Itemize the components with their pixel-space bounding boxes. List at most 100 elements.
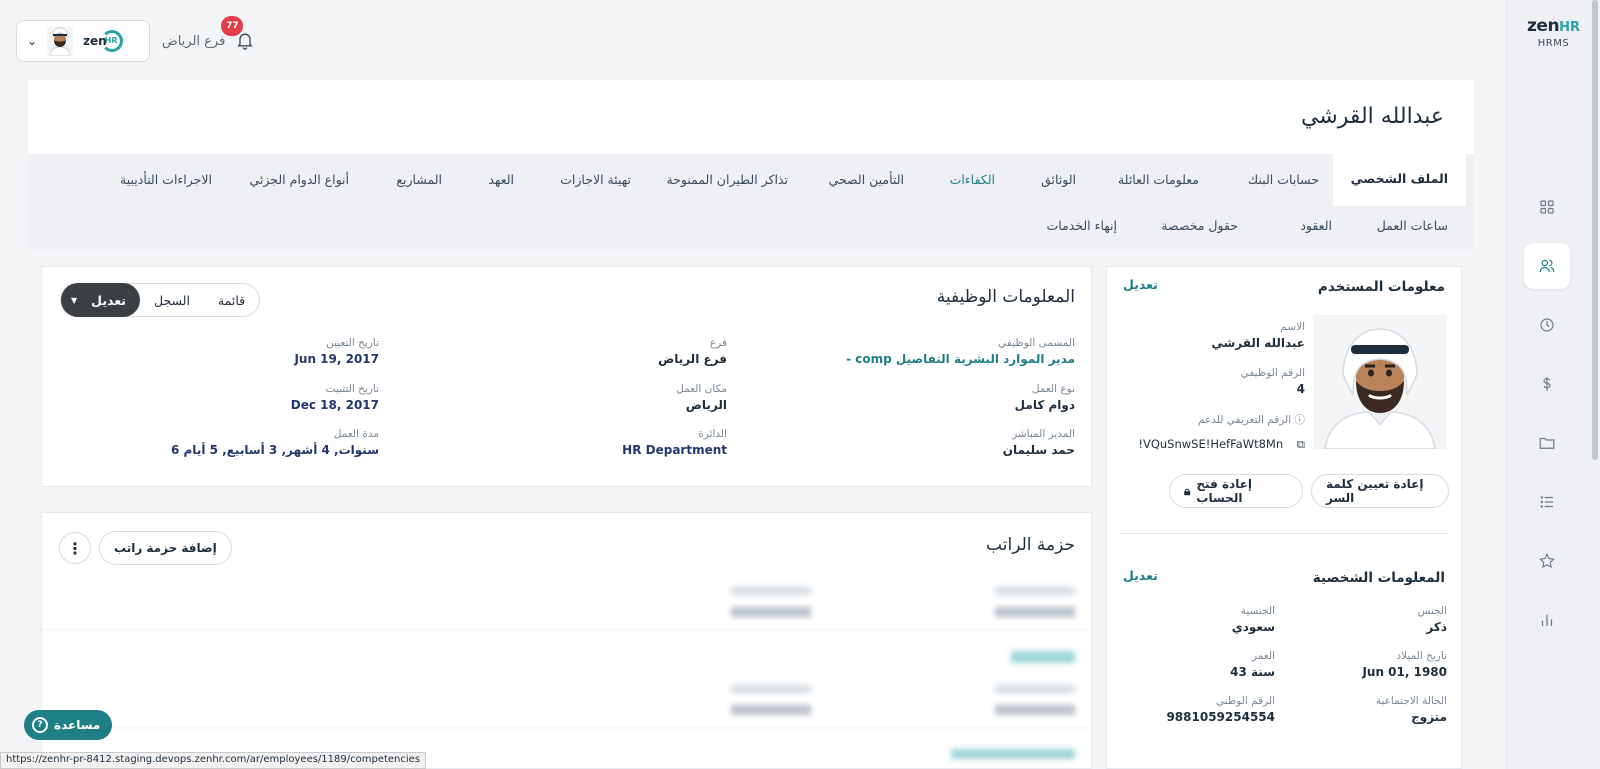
info-icon[interactable]: ⓘ — [1295, 414, 1306, 426]
add-salary-package-button[interactable]: إضافة حزمة راتب — [99, 531, 232, 565]
user-name-label: الاسم — [1280, 321, 1305, 333]
employee-number-field: الرقم الوظيفي 4 — [1241, 367, 1305, 396]
work-location-field: مكان العمل الرياض — [676, 383, 727, 412]
star-icon[interactable] — [1524, 538, 1570, 584]
personal-info-edit-link[interactable]: تعديل — [1123, 568, 1158, 583]
blurred-divider — [42, 727, 1091, 728]
nationality-label: الجنسية — [1240, 605, 1275, 617]
work-type-label: نوع العمل — [1031, 383, 1075, 395]
company-logo: zen HR — [83, 30, 123, 52]
dollar-icon[interactable] — [1524, 361, 1570, 407]
national-id-field: الرقم الوطني 9881059254554 — [1166, 695, 1275, 724]
work-type-field: نوع العمل دوام كامل — [1015, 383, 1075, 412]
gender-label: الجنس — [1417, 605, 1447, 617]
support-id-field: الرقم التعريفي للدعم ⓘ !VQuSnwSE!HefFaWt… — [1138, 412, 1305, 452]
users-icon[interactable] — [1524, 243, 1570, 289]
hire-date-label: تاريخ التعيين — [326, 337, 379, 349]
job-title-value[interactable]: - comp مدير الموارد البشرية التفاصيل — [846, 352, 1075, 366]
tab-health-insurance[interactable]: التأمين الصحي — [829, 172, 904, 187]
job-title-label: المسمى الوظيفي — [998, 337, 1075, 349]
support-id-label: الرقم التعريفي للدعم — [1197, 414, 1292, 426]
reset-password-button[interactable]: إعادة تعيين كلمة السر — [1311, 474, 1449, 508]
age-label: العمر — [1251, 650, 1275, 662]
tab-custody[interactable]: العهد — [488, 172, 514, 187]
salary-package-card: حزمة الراتب إضافة حزمة راتب ⋮ — [41, 512, 1092, 769]
tab-disciplinary-actions[interactable]: الاجراءات التأديبية — [120, 172, 212, 187]
caret-down-icon: ▼ — [71, 295, 78, 305]
view-switcher: ▼ تعديل السجل قائمة — [60, 283, 261, 317]
blurred-salary-field — [995, 587, 1075, 617]
clock-icon[interactable] — [1524, 302, 1570, 348]
manager-value: حمد سليمان — [1002, 443, 1075, 457]
help-button[interactable]: ? مساعدة — [24, 710, 113, 740]
national-id-value: 9881059254554 — [1166, 710, 1275, 724]
blurred-section-heading — [951, 749, 1075, 759]
manager-label: المدير المباشر — [1012, 428, 1075, 440]
account-switcher[interactable]: ⌄ zen HR — [16, 20, 150, 62]
tab-custom-fields[interactable]: حقول مخصصة — [1161, 218, 1238, 233]
work-location-value: الرياض — [685, 398, 727, 412]
department-label: الدائرة — [698, 428, 727, 440]
folder-icon[interactable] — [1524, 420, 1570, 466]
user-name-field: الاسم عبدالله القرشي — [1211, 321, 1305, 350]
employee-name: عبدالله القرشي — [1300, 104, 1444, 129]
scrollbar-thumb[interactable] — [1592, 0, 1598, 460]
branch-value: فرع الرياض — [658, 352, 727, 366]
gender-value: ذكر — [1426, 620, 1447, 634]
list-button[interactable]: قائمة — [204, 283, 259, 317]
tab-personal-profile[interactable]: الملف الشخصي — [1332, 154, 1466, 206]
edit-button-label: تعديل — [91, 292, 126, 308]
copy-icon[interactable]: ⧉ — [1297, 437, 1305, 451]
bar-chart-icon[interactable] — [1524, 597, 1570, 643]
nationality-field: الجنسية سعودي — [1232, 605, 1275, 634]
dob-value: Jun 01, 1980 — [1362, 665, 1447, 679]
log-button[interactable]: السجل — [140, 283, 204, 317]
tab-family-info[interactable]: معلومات العائلة — [1118, 172, 1199, 187]
logo-subtitle: HRMS — [1537, 38, 1570, 49]
edit-dropdown-button[interactable]: ▼ تعديل — [61, 283, 140, 317]
notifications-bell-icon[interactable]: 77 — [221, 16, 257, 52]
list-icon[interactable] — [1524, 479, 1570, 525]
tenure-label: مدة العمل — [333, 428, 379, 440]
personal-info-title: المعلومات الشخصية — [1312, 570, 1445, 586]
tab-end-of-service[interactable]: إنهاء الخدمات — [1046, 218, 1117, 233]
tab-flight-tickets[interactable]: تذاكر الطيران الممنوحة — [666, 172, 788, 187]
user-info-title: معلومات المستخدم — [1317, 279, 1445, 295]
tab-working-hours[interactable]: ساعات العمل — [1377, 218, 1448, 233]
help-label: مساعدة — [54, 718, 101, 732]
blurred-divider — [42, 629, 1091, 630]
page-scrollbar[interactable] — [1590, 0, 1600, 769]
tenure-field: مدة العمل 6 سنوات, 4 أشهر, 3 أسابيع, 5 أ… — [171, 428, 379, 457]
zenhr-logo[interactable]: zenHR HRMS — [1507, 16, 1600, 49]
logo-zen-text: zen — [1527, 16, 1560, 36]
chevron-down-icon: ⌄ — [27, 34, 38, 48]
support-id-value: !VQuSnwSE!HefFaWt8Mn — [1138, 437, 1284, 451]
job-info-title: المعلومات الوظيفية — [936, 287, 1075, 307]
more-options-icon[interactable]: ⋮ — [59, 532, 91, 564]
tab-bank-accounts[interactable]: حسابات البنك — [1248, 172, 1319, 187]
company-logo-hr: HR — [104, 36, 118, 45]
marital-status-field: الحالة الاجتماعية متزوج — [1376, 695, 1447, 724]
tab-contracts[interactable]: العقود — [1300, 218, 1332, 233]
employee-photo — [1313, 315, 1447, 449]
tenure-value: 6 سنوات, 4 أشهر, 3 أسابيع, 5 أيام — [170, 443, 379, 457]
tab-documents[interactable]: الوثائق — [1041, 172, 1076, 187]
work-type-value: دوام كامل — [1014, 398, 1075, 412]
age-field: العمر 43 سنة — [1230, 650, 1275, 679]
salary-package-title: حزمة الراتب — [986, 535, 1075, 555]
employee-number-value: 4 — [1296, 382, 1305, 396]
blurred-salary-field — [731, 685, 811, 715]
tab-projects[interactable]: المشاريع — [396, 172, 442, 187]
tab-competencies[interactable]: الكفاءات — [950, 172, 995, 187]
blurred-salary-field — [731, 587, 811, 617]
grid-icon[interactable] — [1524, 184, 1570, 230]
employee-number-label: الرقم الوظيفي — [1240, 367, 1305, 379]
marital-status-label: الحالة الاجتماعية — [1375, 695, 1447, 707]
department-field: الدائرة HR Department — [622, 428, 727, 457]
tab-leave-setup[interactable]: تهيئة الاجازات — [560, 172, 631, 187]
current-branch[interactable]: فرع الرياض — [162, 34, 225, 49]
unlock-account-button[interactable]: 🔒︎ إعادة فتح الحساب — [1169, 474, 1303, 508]
user-info-edit-link[interactable]: تعديل — [1123, 277, 1158, 292]
logo-hr-text: HR — [1559, 20, 1580, 35]
tab-part-time-types[interactable]: أنواع الدوام الجزئي — [249, 172, 349, 187]
